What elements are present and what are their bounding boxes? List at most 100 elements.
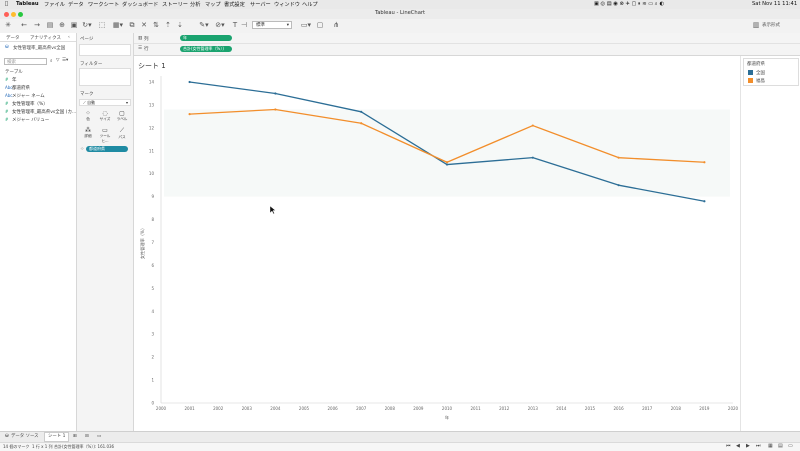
mark-button-label: ツールヒ...: [99, 134, 111, 143]
app-menu[interactable]: Tableau: [16, 1, 39, 7]
mark-type-select[interactable]: ⟋ 自動 ▾: [79, 99, 131, 106]
x-tick-label: 2004: [270, 406, 281, 411]
redo-icon[interactable]: →: [33, 21, 41, 30]
fix-axes-icon[interactable]: ⊣: [240, 21, 248, 30]
data-point: [188, 113, 191, 116]
search-icon[interactable]: ⌕: [50, 58, 53, 64]
nav-first-icon[interactable]: ⏮: [726, 443, 731, 449]
new-dashboard-icon[interactable]: ⊟: [82, 433, 92, 441]
new-worksheet-icon[interactable]: ▦▾: [112, 21, 124, 30]
label-mark-button[interactable]: ▢ ラベル: [114, 110, 130, 124]
tab-analytics[interactable]: アナリティクス: [30, 35, 61, 41]
field-count[interactable]: # 女性管理率_最高県vs全国 (カ...: [5, 109, 76, 115]
measure-icon: #: [5, 101, 9, 106]
new-datasource-icon[interactable]: ⊕: [58, 21, 66, 30]
field-label: メジャー ネーム: [12, 94, 45, 99]
menu-window[interactable]: ウィンドウ: [274, 1, 300, 8]
field-label: 都道府県: [12, 86, 30, 91]
pages-shelf[interactable]: [79, 44, 131, 56]
tab-datasource[interactable]: データ ソース: [8, 433, 42, 441]
share-icon[interactable]: ⋔: [332, 21, 340, 30]
field-year[interactable]: # 年: [5, 77, 17, 83]
size-mark-button[interactable]: ◌ サイズ: [97, 110, 113, 124]
legend-swatch-zenkoku: [748, 70, 753, 75]
show-me-icon[interactable]: ▥: [752, 21, 760, 30]
tab-sheet1[interactable]: シート 1: [44, 432, 70, 442]
group-icon[interactable]: ⊘▾: [214, 21, 226, 30]
fit-select[interactable]: 標準 ▾: [252, 21, 292, 29]
color-legend[interactable]: 都道府県 全国 福島: [743, 58, 799, 86]
filmstrip-view-icon[interactable]: ▤: [778, 443, 783, 449]
field-measure-values[interactable]: # メジャー バリュー: [5, 117, 49, 123]
swap-icon[interactable]: ⇅: [152, 21, 160, 30]
nav-last-icon[interactable]: ⏭: [756, 443, 761, 449]
toolbar: ✳ ← → ▤ ⊕ ▣ ↻▾ ⬚ ▦▾ ⧉ ✕ ⇅ ⇡ ⇣ ✎▾ ⊘▾ T ⊣ …: [0, 19, 800, 34]
field-female-manager-rate[interactable]: # 女性管理率（%）: [5, 101, 48, 107]
field-prefecture[interactable]: Abc都道府県: [5, 85, 30, 91]
tooltip-mark-button[interactable]: ▭ ツールヒ...: [97, 127, 113, 143]
menu-server[interactable]: サーバー: [250, 1, 271, 8]
window-title: Tableau - LineChart: [374, 10, 426, 16]
show-cards-icon[interactable]: ▭▾: [300, 21, 312, 30]
refresh-icon[interactable]: ↻▾: [82, 21, 92, 30]
x-tick-label: 2006: [328, 406, 339, 411]
menu-story[interactable]: ストーリー: [162, 1, 188, 8]
status-icons[interactable]: ▣ ◎ ▤ ◉ ⊗ ✈ ▢ ⏸ ≋ ▭ ⌕ ◐: [594, 1, 664, 8]
menu-format[interactable]: 書式設定: [224, 1, 245, 8]
nav-prev-icon[interactable]: ◀: [736, 443, 740, 449]
highlight-icon[interactable]: ✎▾: [198, 21, 210, 30]
field-label: 女性管理率（%）: [12, 102, 48, 107]
data-point: [445, 161, 449, 164]
menu-worksheet[interactable]: ワークシート: [88, 1, 119, 8]
undo-icon[interactable]: ←: [20, 21, 28, 30]
minimize-window-button[interactable]: [11, 12, 16, 17]
collapse-icon[interactable]: ‹: [68, 35, 70, 40]
pause-updates-icon[interactable]: ▣: [70, 21, 78, 30]
detail-mark-button[interactable]: ⁂ 詳細: [80, 127, 96, 141]
datasource-name[interactable]: 女性管理率_最高県vs全国: [13, 45, 65, 51]
grid-view-icon[interactable]: ▦: [768, 443, 773, 449]
save-icon[interactable]: ▤: [46, 21, 54, 30]
shelves: ▥ 列 ☰ 行: [134, 33, 800, 56]
path-mark-button[interactable]: ⟋ パス: [114, 127, 130, 141]
line-chart[interactable]: 012345678910111213142000 2001 2002 2003 2004…: [134, 56, 740, 431]
color-pill[interactable]: 都道府県: [86, 146, 128, 152]
color-mark-button[interactable]: ⁘ 色: [80, 110, 96, 124]
new-story-icon[interactable]: ▭: [94, 433, 104, 441]
dimension-icon: Abc: [5, 93, 13, 98]
menu-data[interactable]: データ: [68, 1, 84, 8]
menu-help[interactable]: ヘルプ: [302, 1, 318, 8]
duplicate-icon[interactable]: ⧉: [128, 21, 136, 30]
menu-map[interactable]: マップ: [205, 1, 221, 8]
mark-button-label: ラベル: [116, 117, 128, 121]
data-pane-tabs: データ アナリティクス ‹: [0, 33, 76, 42]
clear-icon[interactable]: ✕: [140, 21, 148, 30]
menu-dashboard[interactable]: ダッシュボード: [122, 1, 158, 8]
filters-shelf[interactable]: [79, 68, 131, 86]
view-options-icon[interactable]: ☰▾: [62, 58, 68, 63]
apple-icon[interactable]: : [5, 1, 8, 7]
sort-desc-icon[interactable]: ⇣: [176, 21, 184, 30]
tableau-logo-icon[interactable]: ✳: [4, 21, 12, 30]
legend-swatch-fukushima: [748, 78, 753, 83]
nav-next-icon[interactable]: ▶: [746, 443, 750, 449]
close-window-button[interactable]: [4, 12, 9, 17]
menu-analysis[interactable]: 分析: [190, 1, 200, 8]
rows-pill-rate[interactable]: 合計(女性管理率（%）): [180, 46, 232, 52]
menu-file[interactable]: ファイル: [44, 1, 65, 8]
x-tick-label: 2016: [614, 406, 625, 411]
search-input[interactable]: 検索: [4, 58, 47, 65]
tabs-view-icon[interactable]: ▭: [788, 443, 793, 449]
presentation-icon[interactable]: ▢: [316, 21, 324, 30]
field-measure-names[interactable]: Abcメジャー ネーム: [5, 93, 45, 99]
filter-icon[interactable]: ▽: [56, 58, 59, 63]
labels-icon[interactable]: T: [230, 21, 240, 30]
sort-asc-icon[interactable]: ⇡: [164, 21, 172, 30]
new-worksheet-icon[interactable]: ⊞: [70, 433, 80, 441]
tab-data[interactable]: データ: [6, 35, 20, 41]
clock: Sat Nov 11 11:41: [752, 1, 798, 7]
columns-pill-year[interactable]: 年: [180, 35, 232, 41]
zoom-window-button[interactable]: [18, 12, 23, 17]
show-me-button[interactable]: 表示形式: [762, 21, 792, 30]
new-sheet-icon[interactable]: ⬚: [98, 21, 106, 30]
